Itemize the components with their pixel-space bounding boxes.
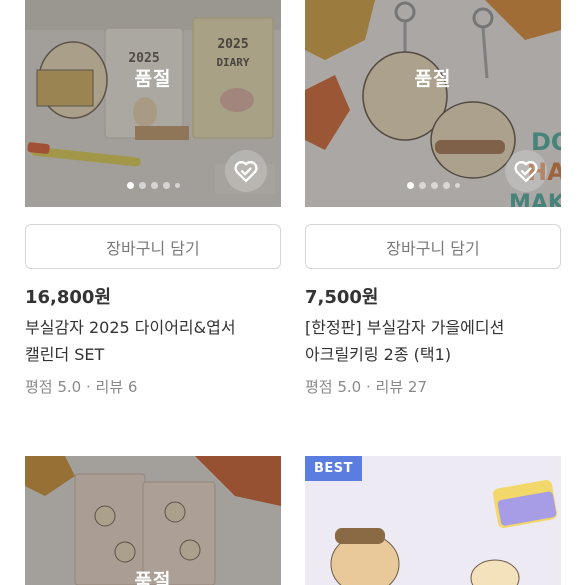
carousel-dot-icon [162, 182, 170, 189]
product-title-line-1[interactable]: 부실감자 2025 다이어리&엽서 [25, 314, 295, 341]
carousel-dot-icon [418, 182, 426, 189]
heart-check-icon [234, 161, 258, 183]
product-price: 16,800원 [25, 287, 112, 308]
product-title-line-1[interactable]: [한정판] 부실감자 가을에디션 [305, 314, 575, 341]
add-to-cart-button[interactable]: 장바구니 담기 [25, 224, 281, 269]
carousel-dot-icon [430, 182, 438, 189]
product-title-line-2[interactable]: 아크릴키링 2종 (택1) [305, 341, 575, 368]
product-card-keyring[interactable]: DO HA MAKE 품절 장바구니 담기 7,500원 [한정판] 부실감자 … [305, 0, 561, 396]
carousel-dot-icon [442, 182, 450, 189]
best-badge: BEST [305, 456, 363, 481]
carousel-indicator [25, 182, 281, 189]
carousel-dot-icon [126, 182, 134, 189]
heart-check-icon [514, 161, 538, 183]
carousel-dot-icon [174, 183, 180, 188]
product-title[interactable]: 부실감자 2025 다이어리&엽서 캘린더 SET [25, 314, 295, 368]
product-image[interactable]: 2025 2025 DIARY 품절 [25, 0, 281, 207]
soldout-label: 품절 [134, 570, 172, 585]
carousel-dot-icon [150, 182, 158, 189]
carousel-dot-icon [454, 183, 460, 188]
product-image[interactable]: 품절 [25, 456, 281, 585]
add-to-cart-button[interactable]: 장바구니 담기 [305, 224, 561, 269]
soldout-label: 품절 [134, 68, 172, 90]
carousel-dot-icon [138, 182, 146, 189]
product-image[interactable]: BEST [305, 456, 561, 585]
carousel-indicator [305, 182, 561, 189]
product-rating: 평점 5.0 · 리뷰 6 [25, 378, 138, 396]
product-rating: 평점 5.0 · 리뷰 27 [305, 378, 427, 396]
product-price: 7,500원 [305, 287, 379, 308]
product-image[interactable]: DO HA MAKE 품절 [305, 0, 561, 207]
soldout-label: 품절 [414, 68, 452, 90]
carousel-dot-icon [406, 182, 414, 189]
product-card-diary[interactable]: 2025 2025 DIARY 품절 장바구니 담기 16,800원 부실감자 … [25, 0, 281, 396]
product-card-sticker[interactable]: 품절 [25, 456, 281, 585]
product-card-best[interactable]: BEST [305, 456, 561, 585]
product-title[interactable]: [한정판] 부실감자 가을에디션 아크릴키링 2종 (택1) [305, 314, 575, 368]
product-title-line-2[interactable]: 캘린더 SET [25, 341, 295, 368]
